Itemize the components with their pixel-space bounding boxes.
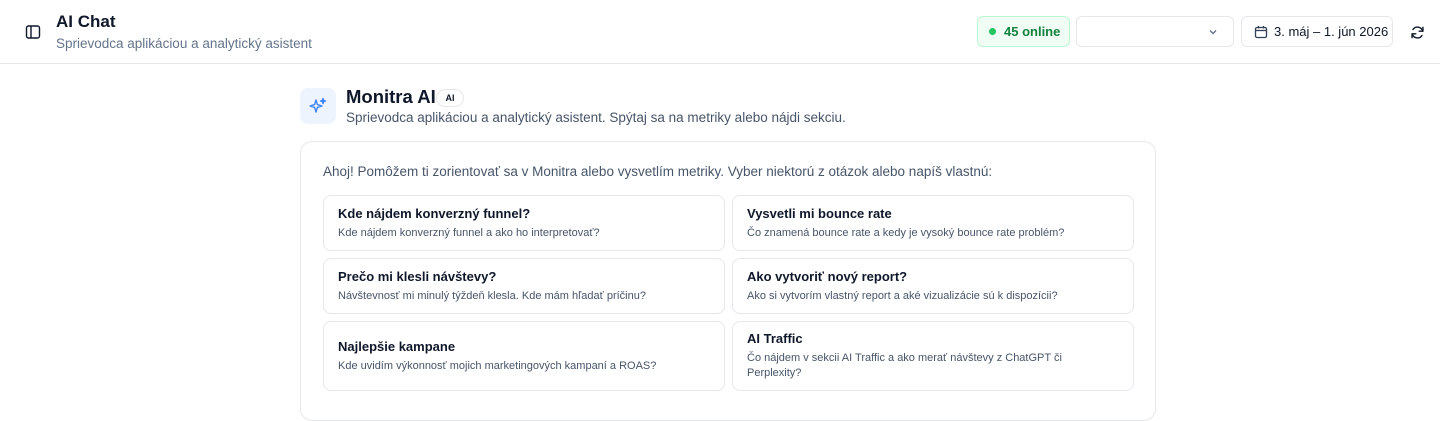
calendar-icon xyxy=(1254,25,1268,38)
online-count-label: 45 online xyxy=(1004,24,1061,39)
suggestion-card[interactable]: Prečo mi klesli návštevy? Návštevnosť mi… xyxy=(323,258,725,314)
page-subtitle: Sprievodca aplikáciou a analytický asist… xyxy=(56,36,312,51)
page-title: AI Chat xyxy=(56,12,116,31)
site-select[interactable] xyxy=(1076,16,1234,47)
suggestion-card[interactable]: Najlepšie kampane Kde uvidím výkonnosť m… xyxy=(323,321,725,391)
suggestion-description: Kde uvidím výkonnosť mojich marketingový… xyxy=(338,359,657,372)
suggestion-title: Kde nájdem konverzný funnel? xyxy=(338,205,531,221)
ai-badge: AI xyxy=(436,89,464,107)
suggestion-title: Najlepšie kampane xyxy=(338,338,456,354)
assistant-description: Sprievodca aplikáciou a analytický asist… xyxy=(346,110,846,125)
suggestion-card[interactable]: Ako vytvoriť nový report? Ako si vytvorí… xyxy=(732,258,1134,314)
top-bar: AI Chat Sprievodca aplikáciou a analytic… xyxy=(0,0,1440,64)
assistant-name: Monitra AI xyxy=(346,86,436,107)
sparkles-icon xyxy=(309,97,327,113)
sidebar-toggle-icon xyxy=(25,25,41,39)
suggestion-title: Ako vytvoriť nový report? xyxy=(747,268,908,284)
suggestion-title: Prečo mi klesli návštevy? xyxy=(338,268,497,284)
date-range-picker[interactable]: 3. máj – 1. jún 2026 xyxy=(1241,16,1393,47)
chevron-down-icon xyxy=(1209,30,1217,35)
suggestion-description: Návštevnosť mi minulý týždeň klesla. Kde… xyxy=(338,289,646,302)
suggestion-title: AI Traffic xyxy=(747,331,803,346)
online-status-badge: 45 online xyxy=(977,16,1070,47)
suggestion-description: Čo nájdem v sekcii AI Traffic a ako mera… xyxy=(747,352,1062,379)
suggestion-card[interactable]: Vysvetli mi bounce rate Čo znamená bounc… xyxy=(732,195,1134,251)
date-range-label: 3. máj – 1. jún 2026 xyxy=(1274,24,1389,39)
refresh-button[interactable] xyxy=(1405,21,1429,43)
assistant-avatar xyxy=(300,88,336,124)
suggestion-title: Vysvetli mi bounce rate xyxy=(747,205,892,221)
chat-panel: Ahoj! Pomôžem ti zorientovať sa v Monitr… xyxy=(300,141,1156,421)
suggestion-description: Kde nájdem konverzný funnel a ako ho int… xyxy=(338,226,600,239)
suggestion-description: Ako si vytvorím vlastný report a aké viz… xyxy=(747,289,1058,302)
suggestion-card[interactable]: Kde nájdem konverzný funnel? Kde nájdem … xyxy=(323,195,725,251)
status-dot-icon xyxy=(989,28,996,35)
suggestion-description: Čo znamená bounce rate a kedy je vysoký … xyxy=(747,226,1065,239)
suggestion-card[interactable]: AI Traffic Čo nájdem v sekcii AI Traffic… xyxy=(732,321,1134,391)
refresh-icon xyxy=(1410,25,1424,39)
assistant-greeting: Ahoj! Pomôžem ti zorientovať sa v Monitr… xyxy=(323,164,993,179)
sidebar-toggle-button[interactable] xyxy=(22,21,44,43)
